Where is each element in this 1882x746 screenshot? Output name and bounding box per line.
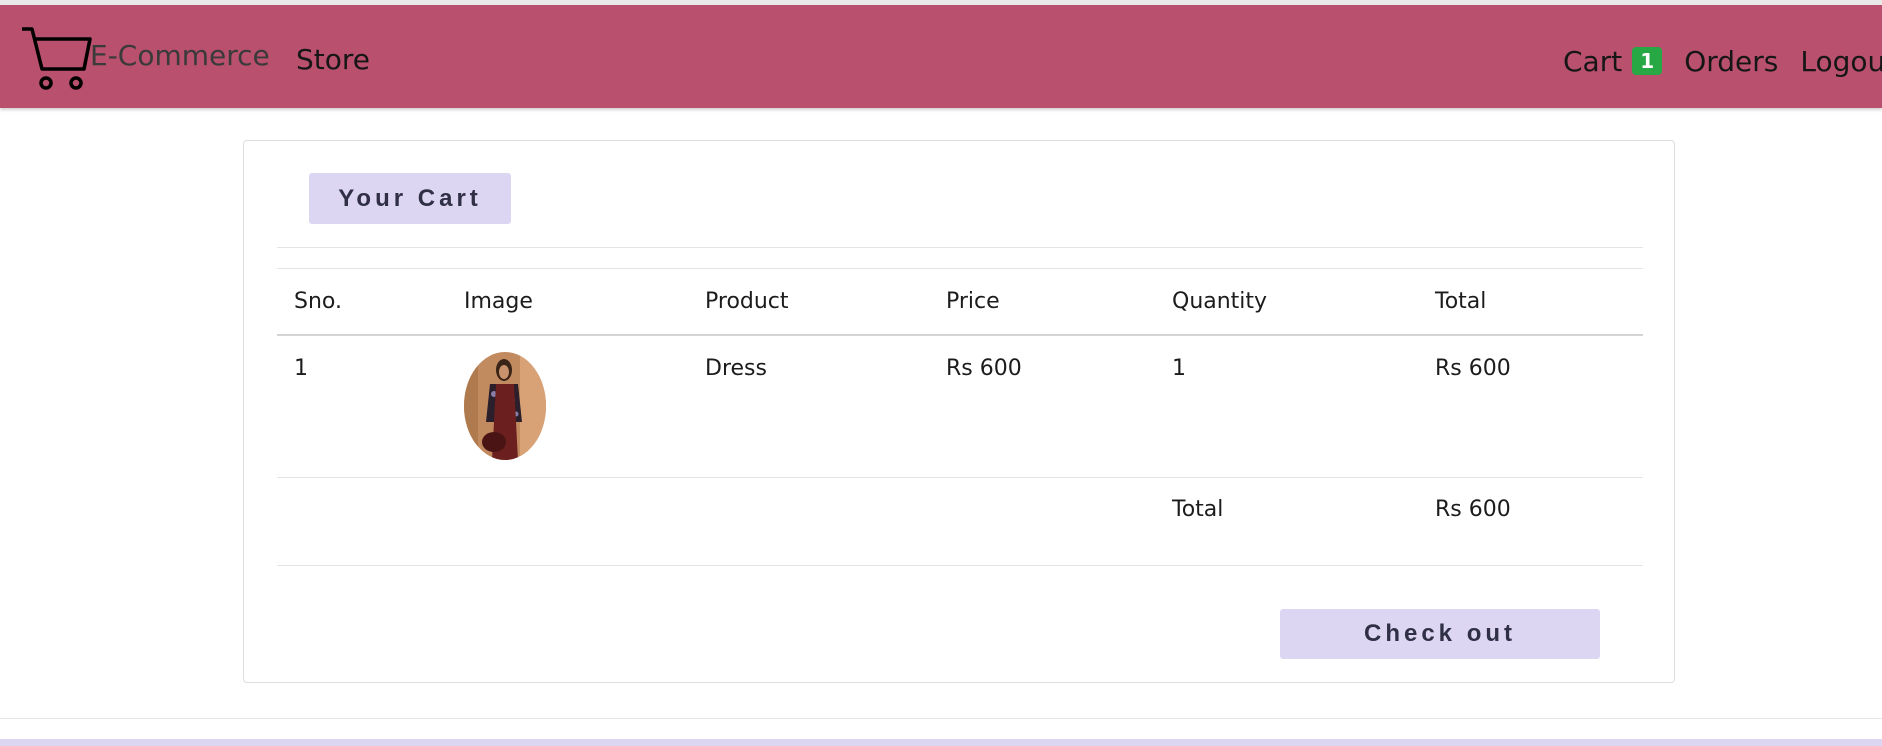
- footer-divider: [0, 718, 1882, 719]
- nav-link-orders[interactable]: Orders: [1684, 45, 1778, 78]
- row-product[interactable]: Dress: [705, 356, 767, 381]
- nav-link-cart[interactable]: Cart: [1563, 45, 1622, 78]
- nav-link-logout[interactable]: Logout: [1800, 45, 1882, 78]
- brand-name[interactable]: E-Commerce: [90, 39, 270, 72]
- divider: [277, 565, 1643, 566]
- cart-card: Your Cart Sno. Image Product Price Quant…: [243, 140, 1675, 683]
- grand-total-label: Total: [1172, 497, 1224, 522]
- column-header-product: Product: [705, 289, 789, 314]
- cart-count-badge: 1: [1632, 47, 1663, 75]
- divider: [277, 247, 1643, 248]
- table-header-divider: [277, 334, 1643, 336]
- navbar: E-Commerce Store Cart 1 Orders Logout: [0, 5, 1882, 108]
- product-image: [464, 352, 546, 460]
- row-quantity: 1: [1172, 356, 1186, 381]
- nav-link-store[interactable]: Store: [296, 43, 370, 76]
- shopping-cart-icon[interactable]: [20, 23, 92, 95]
- footer: [0, 739, 1882, 746]
- row-sno: 1: [294, 356, 308, 381]
- divider: [277, 477, 1643, 478]
- dress-product-image: [464, 352, 546, 460]
- column-header-image: Image: [464, 289, 533, 314]
- column-header-total: Total: [1435, 289, 1487, 314]
- nav-right: Cart 1 Orders Logout: [1563, 41, 1882, 81]
- cart-title: Your Cart: [309, 173, 511, 224]
- row-price: Rs 600: [946, 356, 1022, 381]
- divider: [277, 268, 1643, 269]
- row-total: Rs 600: [1435, 356, 1511, 381]
- column-header-price: Price: [946, 289, 1000, 314]
- column-header-quantity: Quantity: [1172, 289, 1268, 314]
- grand-total-value: Rs 600: [1435, 497, 1511, 522]
- checkout-button[interactable]: Check out: [1280, 609, 1600, 659]
- column-header-sno: Sno.: [294, 289, 342, 314]
